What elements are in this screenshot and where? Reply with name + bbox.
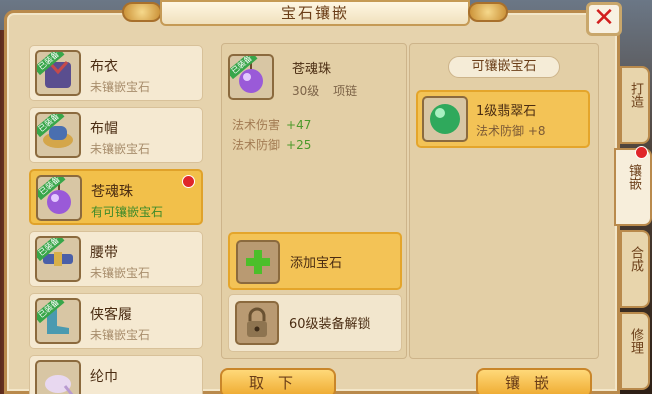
notification-dot (635, 146, 648, 159)
stat-label: 法术伤害 (232, 118, 281, 132)
tab-combine[interactable]: 合成 (620, 230, 650, 308)
stat-row: 法术防御 +25 (232, 136, 311, 153)
detail-slot: 项链 (333, 84, 358, 98)
lock-icon (235, 301, 279, 345)
banner-ornament (468, 2, 508, 22)
detail-item-name: 苍魂珠 (292, 62, 332, 77)
item-name: 布衣 (90, 59, 118, 75)
tab-forge[interactable]: 打造 (620, 66, 650, 144)
equipment-detail-panel: 已装备 苍魂珠 30级 项链 法术伤害 +47 法术防御 +25 添加宝石 60级装… (221, 43, 407, 359)
stat-label: 法术防御 (232, 138, 281, 152)
item-name: 腰带 (90, 245, 118, 261)
list-item-selected[interactable]: 已装备 苍魂珠 有可镶嵌宝石 (29, 169, 203, 225)
list-item[interactable]: 已装备 侠客履 未镶嵌宝石 (29, 293, 203, 349)
tab-repair[interactable]: 修理 (620, 312, 650, 390)
inlay-button[interactable]: 镶嵌 (476, 368, 592, 394)
item-name: 侠客履 (90, 307, 132, 323)
boots-icon: 已装备 (35, 298, 81, 344)
item-status: 有可镶嵌宝石 (91, 205, 164, 219)
item-status: 未镶嵌宝石 (90, 80, 151, 94)
tab-inlay[interactable]: 镶嵌 (614, 146, 652, 226)
plus-icon (236, 240, 280, 284)
jade-gem-icon (422, 96, 468, 142)
tab-label: 镶嵌 (626, 164, 641, 190)
close-button[interactable]: ✕ (586, 2, 622, 36)
item-status: 未镶嵌宝石 (90, 266, 151, 280)
soul-orb-icon: 已装备 (228, 54, 274, 100)
close-icon: ✕ (593, 3, 615, 33)
item-name: 布帽 (90, 121, 118, 137)
page-title: 宝石镶嵌 (160, 0, 470, 26)
remove-button[interactable]: 取下 (220, 368, 336, 394)
list-item[interactable]: 已装备 布帽 未镶嵌宝石 (29, 107, 203, 163)
gem-stat-value: +8 (527, 124, 546, 138)
cloth-hat-icon: 已装备 (35, 112, 81, 158)
headscarf-icon (35, 360, 81, 394)
gem-stat: 法术防御 +8 (476, 122, 546, 139)
list-item[interactable]: 已装备 腰带 未镶嵌宝石 (29, 231, 203, 287)
notification-dot (182, 175, 195, 188)
gem-stat-label: 法术防御 (476, 124, 525, 138)
stat-value: +47 (286, 118, 312, 132)
banner-ornament (122, 2, 162, 22)
item-status: 未镶嵌宝石 (90, 142, 151, 156)
add-gem-label: 添加宝石 (290, 256, 343, 271)
gem-list-item[interactable]: 1级翡翠石 法术防御 +8 (416, 90, 590, 148)
tab-label: 合成 (628, 246, 643, 272)
cloth-armor-icon: 已装备 (35, 50, 81, 96)
locked-gem-slot: 60级装备解锁 (228, 294, 402, 352)
gem-name: 1级翡翠石 (476, 104, 537, 119)
tab-label: 打造 (628, 82, 643, 108)
soul-orb-icon: 已装备 (36, 175, 82, 221)
add-gem-button[interactable]: 添加宝石 (228, 232, 402, 290)
belt-icon: 已装备 (35, 236, 81, 282)
unlock-label: 60级装备解锁 (289, 317, 371, 332)
gem-inlay-window: 已装备 布衣 未镶嵌宝石 已装备 布帽 未镶嵌宝石 已装备 苍魂珠 有可镶嵌宝石 (4, 10, 620, 394)
tab-label: 修理 (628, 328, 643, 354)
detail-level: 30级 (292, 84, 320, 98)
stat-value: +25 (286, 138, 312, 152)
item-name: 苍魂珠 (91, 184, 133, 200)
stat-row: 法术伤害 +47 (232, 116, 311, 133)
item-status: 未镶嵌宝石 (90, 328, 151, 342)
item-name: 纶巾 (90, 369, 118, 385)
detail-item-meta: 30级 项链 (292, 82, 357, 99)
list-item[interactable]: 纶巾 (29, 355, 203, 394)
available-gems-panel: 可镶嵌宝石 1级翡翠石 法术防御 +8 (409, 43, 599, 359)
available-gems-header: 可镶嵌宝石 (448, 56, 560, 78)
list-item[interactable]: 已装备 布衣 未镶嵌宝石 (29, 45, 203, 101)
